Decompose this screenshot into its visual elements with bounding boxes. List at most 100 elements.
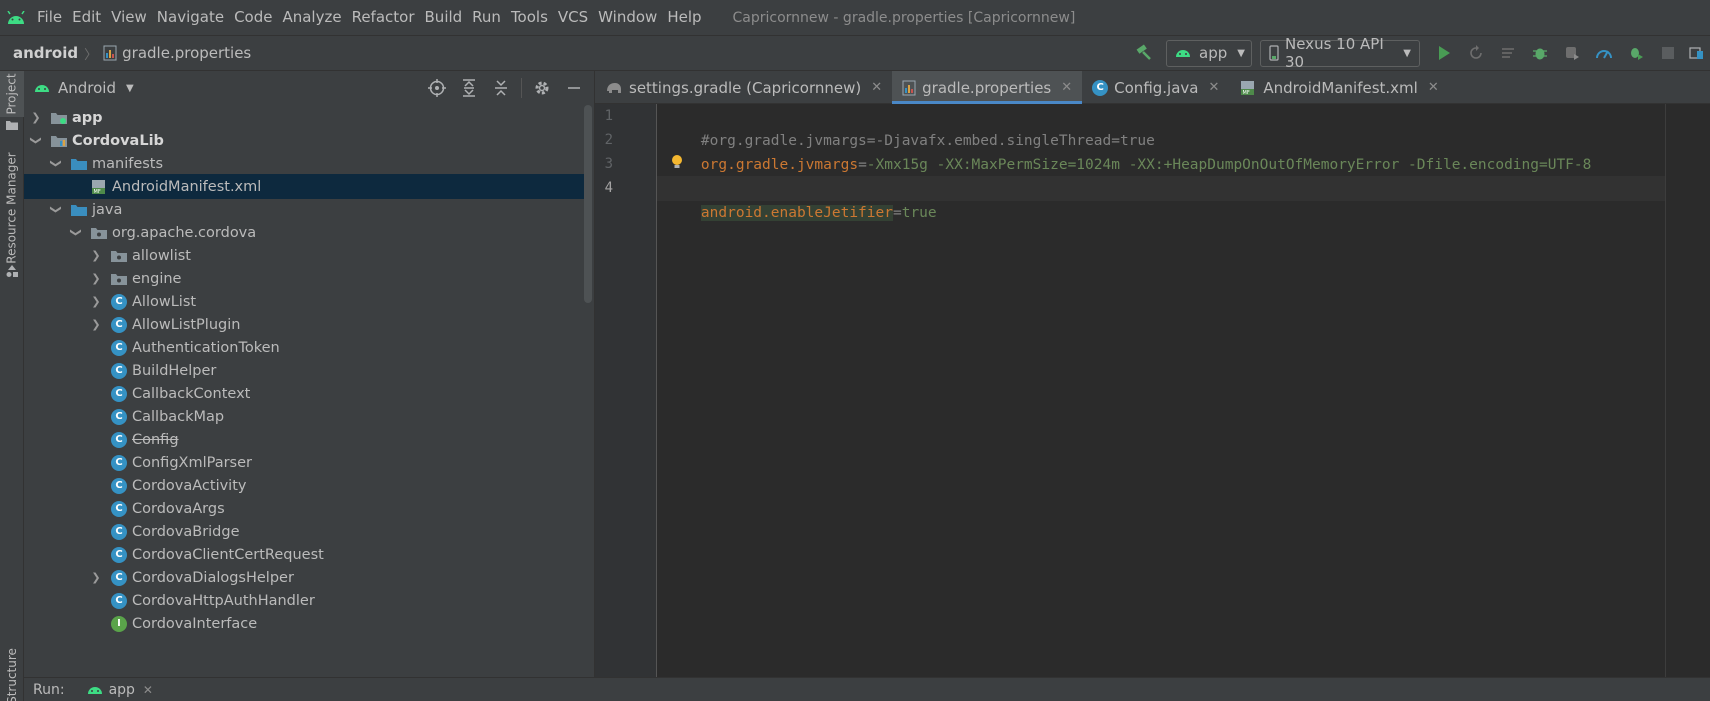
select-opened-file-icon[interactable] (421, 73, 453, 103)
tree-item-class[interactable]: ❯ C AllowList (24, 289, 584, 314)
editor-gutter[interactable]: 1 2 3 4 (595, 104, 657, 677)
tree-item-label: AuthenticationToken (132, 339, 280, 356)
tree-item-class[interactable]: C CordovaHttpAuthHandler (24, 588, 584, 613)
tree-item-class[interactable]: ❯ C AllowListPlugin (24, 312, 584, 337)
code-line[interactable]: #org.gradle.jvmargs=-Djavafx.embed.singl… (666, 104, 1155, 149)
close-icon[interactable]: ✕ (1208, 80, 1219, 95)
menu-navigate[interactable]: Navigate (152, 0, 229, 35)
chevron-right-icon[interactable]: ❯ (88, 272, 104, 285)
tab-config-java[interactable]: C Config.java ✕ (1082, 71, 1229, 104)
code-line[interactable]: org.gradle.jvmargs=-Xmx15g -XX:MaxPermSi… (666, 128, 1591, 173)
profile-icon[interactable] (1588, 38, 1620, 68)
structure-tool-tab[interactable]: Structure (0, 591, 24, 701)
chevron-down-icon[interactable]: ▼ (126, 83, 134, 94)
collapse-all-icon[interactable] (485, 73, 517, 103)
chevron-down-icon[interactable]: ❯ (30, 133, 43, 149)
chevron-right-icon[interactable]: ❯ (88, 295, 104, 308)
tree-item-class[interactable]: C CallbackContext (24, 381, 584, 406)
menu-code[interactable]: Code (229, 0, 277, 35)
tree-item-allowlist[interactable]: ❯ allowlist (24, 243, 584, 268)
tree-item-manifests[interactable]: ❯ manifests (24, 151, 584, 176)
tree-item-class[interactable]: ❯ C CordovaDialogsHelper (24, 565, 584, 590)
tree-item-androidmanifest[interactable]: MF AndroidManifest.xml (24, 174, 584, 199)
tree-item-engine[interactable]: ❯ engine (24, 266, 584, 291)
resource-manager-tool-tab[interactable]: Resource Manager (0, 152, 24, 263)
tree-item-cordovalib[interactable]: ❯ CordovaLib (24, 128, 584, 153)
chevron-down-icon[interactable]: ❯ (50, 202, 63, 218)
tree-item-class[interactable]: C BuildHelper (24, 358, 584, 383)
code-line[interactable]: android.useAndroidX=true (666, 152, 911, 197)
run-config-selector[interactable]: app ▼ (1166, 39, 1252, 67)
tree-item-class[interactable]: C ConfigXmlParser (24, 450, 584, 475)
expand-all-icon[interactable] (453, 73, 485, 103)
menu-analyze[interactable]: Analyze (277, 0, 346, 35)
tree-item-class[interactable]: C CordovaBridge (24, 519, 584, 544)
chevron-right-icon[interactable]: ❯ (88, 249, 104, 262)
tree-item-java[interactable]: ❯ java (24, 197, 584, 222)
tree-item-class[interactable]: C AuthenticationToken (24, 335, 584, 360)
menu-file[interactable]: File (32, 0, 67, 35)
project-tree-scrollbar[interactable] (584, 105, 592, 303)
intention-bulb-icon[interactable] (670, 154, 684, 176)
android-icon (87, 685, 103, 695)
class-icon: C (110, 592, 128, 609)
breadcrumb-file[interactable]: gradle.properties (122, 44, 251, 62)
menu-run[interactable]: Run (467, 0, 506, 35)
debug-attach-icon[interactable] (1620, 38, 1652, 68)
run-icon[interactable] (1428, 38, 1460, 68)
tree-item-class[interactable]: C CordovaClientCertRequest (24, 542, 584, 567)
apply-changes-icon[interactable] (1460, 38, 1492, 68)
tree-item-label: manifests (92, 155, 164, 172)
close-icon[interactable]: ✕ (143, 683, 153, 697)
device-selector[interactable]: Nexus 10 API 30 ▼ (1260, 35, 1420, 71)
tree-item-interface[interactable]: I CordovaInterface (24, 611, 584, 636)
tree-item-app[interactable]: ❯ app (24, 105, 584, 130)
android-icon (1175, 48, 1191, 58)
stop-icon[interactable] (1652, 38, 1684, 68)
chevron-right-icon[interactable]: ❯ (88, 571, 104, 584)
menu-vcs[interactable]: VCS (553, 0, 593, 35)
device-manager-icon[interactable] (1684, 38, 1710, 68)
tree-item-package[interactable]: ❯ org.apache.cordova (24, 220, 584, 245)
chevron-down-icon[interactable]: ❯ (70, 225, 83, 241)
menu-build[interactable]: Build (420, 0, 468, 35)
tree-item-class[interactable]: C CordovaActivity (24, 473, 584, 498)
apply-code-changes-icon[interactable] (1492, 38, 1524, 68)
hammer-build-icon[interactable] (1128, 38, 1160, 68)
menu-view[interactable]: View (106, 0, 152, 35)
tab-settings-gradle[interactable]: settings.gradle (Capricornnew) ✕ (595, 71, 892, 104)
chevron-right-icon[interactable]: ❯ (28, 111, 44, 124)
breadcrumb-root[interactable]: android (13, 44, 78, 62)
close-icon[interactable]: ✕ (1061, 80, 1072, 95)
class-icon: C (110, 500, 128, 517)
line-number: 3 (604, 156, 613, 172)
chevron-down-icon[interactable]: ❯ (50, 156, 63, 172)
close-icon[interactable]: ✕ (1428, 80, 1439, 95)
gear-icon[interactable] (526, 73, 558, 103)
menu-refactor[interactable]: Refactor (347, 0, 420, 35)
svg-text:MF: MF (94, 189, 101, 195)
menu-window[interactable]: Window (593, 0, 662, 35)
close-icon[interactable]: ✕ (871, 80, 882, 95)
menu-help[interactable]: Help (662, 0, 706, 35)
tab-androidmanifest[interactable]: MF AndroidManifest.xml ✕ (1229, 71, 1448, 104)
tree-item-class[interactable]: C CallbackMap (24, 404, 584, 429)
run-tab-app[interactable]: app (109, 682, 135, 698)
debug-icon[interactable] (1524, 38, 1556, 68)
breadcrumb-separator-icon: 〉 (84, 47, 98, 63)
project-tool-tab[interactable]: Project (0, 71, 24, 117)
package-icon (110, 248, 128, 264)
tree-item-class-deprecated[interactable]: C Config (24, 427, 584, 452)
menu-tools[interactable]: Tools (506, 0, 553, 35)
code-editor[interactable]: #org.gradle.jvmargs=-Djavafx.embed.singl… (657, 104, 1710, 677)
tree-item-class[interactable]: C CordovaArgs (24, 496, 584, 521)
right-margin-guide (1665, 104, 1666, 677)
chevron-right-icon[interactable]: ❯ (88, 318, 104, 331)
class-icon: C (110, 362, 128, 379)
tab-gradle-properties[interactable]: gradle.properties ✕ (892, 71, 1083, 104)
project-view-mode[interactable]: Android (58, 79, 116, 97)
attach-debugger-icon[interactable] (1556, 38, 1588, 68)
code-line-current[interactable]: android.enableJetifier=true (657, 176, 1665, 221)
minimize-icon[interactable] (558, 73, 590, 103)
menu-edit[interactable]: Edit (67, 0, 106, 35)
